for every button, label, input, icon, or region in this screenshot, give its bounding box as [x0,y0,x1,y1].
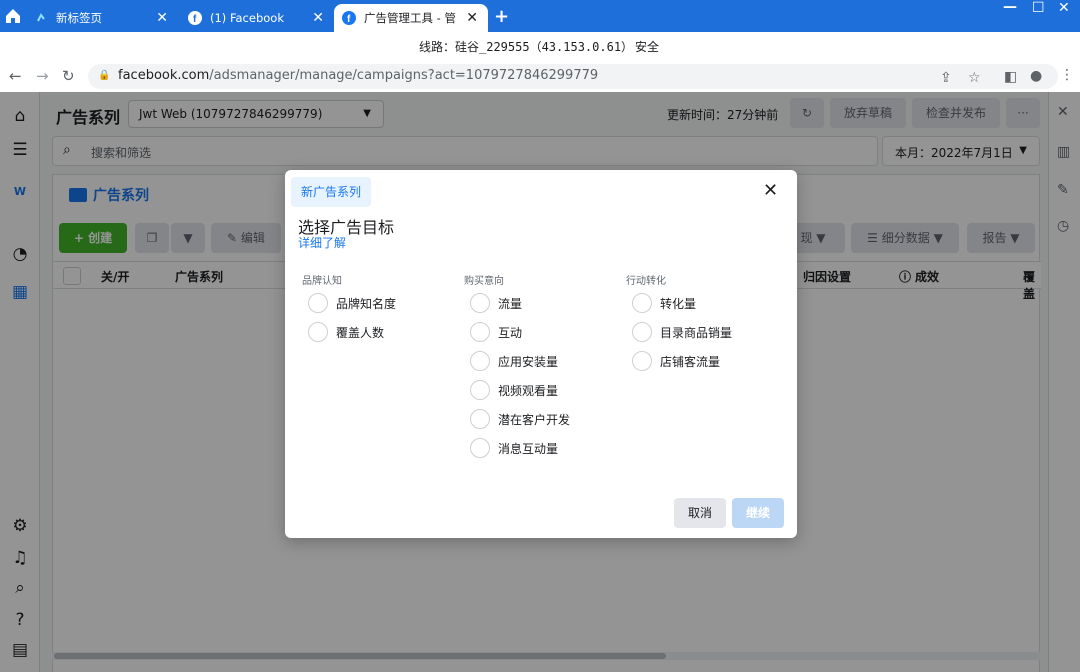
facebook-favicon-icon: f [188,11,202,25]
radio-button[interactable] [470,322,490,342]
home-icon[interactable] [4,7,22,25]
lock-icon: 🔒 [98,70,111,81]
radio-button[interactable] [632,293,652,313]
radio-button[interactable] [470,351,490,371]
proxy-line-text: 线路：硅谷_229555（43.153.0.61） [419,40,634,54]
objective-option[interactable]: 品牌知名度 [308,292,396,314]
cancel-button[interactable]: 取消 [674,498,726,528]
bookmark-star-icon[interactable]: ☆ [968,70,981,86]
forward-icon[interactable]: → [36,67,49,85]
tab-ads-manager[interactable]: f 广告管理工具 - 管 ✕ [334,4,488,32]
objective-option[interactable]: 目录商品销量 [632,321,732,343]
maximize-icon[interactable]: ☐ [1032,0,1045,20]
share-icon[interactable]: ⇪ [940,70,952,86]
radio-button[interactable] [470,293,490,313]
address-bar-row: ← → ↻ 🔒 facebook.com/adsmanager/manage/c… [0,60,1080,92]
close-tab-icon[interactable]: ✕ [312,10,324,26]
objective-option[interactable]: 应用安装量 [470,350,558,372]
learn-more-link[interactable]: 详细了解 [298,234,346,251]
ads-manager-app: ⌂ ☰ W ◔ ▦ ⚙ ♫ ⌕ ? ▤ 广告系列 Jwt Web (107972… [0,92,1080,672]
radio-button[interactable] [632,351,652,371]
objective-option[interactable]: 转化量 [632,292,696,314]
tab-new-tab[interactable]: 新标签页 ✕ [28,4,178,32]
proxy-notice-bar: 线路：硅谷_229555（43.153.0.61） 安全 [0,32,1080,60]
minimize-icon[interactable]: — [1003,0,1017,19]
radio-button[interactable] [470,380,490,400]
objective-option[interactable]: 覆盖人数 [308,321,384,343]
objective-option[interactable]: 流量 [470,292,522,314]
group-label-consideration: 购买意向 [464,276,504,287]
close-tab-icon[interactable]: ✕ [156,10,168,26]
close-tab-icon[interactable]: ✕ [466,10,478,26]
objective-option[interactable]: 互动 [470,321,522,343]
new-tab-favicon-icon [34,11,48,25]
new-campaign-tag: 新广告系列 [291,177,372,207]
url-text: facebook.com/adsmanager/manage/campaigns… [118,68,599,83]
group-label-awareness: 品牌认知 [302,276,342,287]
objective-option[interactable]: 视频观看量 [470,379,558,401]
back-icon[interactable]: ← [9,67,22,85]
radio-button[interactable] [632,322,652,342]
tab-facebook[interactable]: f (1) Facebook ✕ [182,4,334,32]
new-tab-button[interactable]: + [494,6,509,27]
group-label-conversion: 行动转化 [626,276,666,287]
browser-tab-bar: 新标签页 ✕ f (1) Facebook ✕ f 广告管理工具 - 管 ✕ +… [0,0,1080,32]
objective-option[interactable]: 店铺客流量 [632,350,720,372]
radio-button[interactable] [470,438,490,458]
window-close-icon[interactable]: ✕ [1058,0,1070,20]
continue-button[interactable]: 继续 [732,498,784,528]
url-field[interactable]: 🔒 facebook.com/adsmanager/manage/campaig… [88,64,1058,89]
safe-text: 安全 [635,40,660,54]
reload-icon[interactable]: ↻ [62,67,75,85]
objective-option[interactable]: 潜在客户开发 [470,408,570,430]
tab-label: 新标签页 [56,11,102,25]
objective-option[interactable]: 消息互动量 [470,437,558,459]
radio-button[interactable] [308,293,328,313]
choose-objective-dialog: 新广告系列 ✕ 选择广告目标 详细了解 品牌认知 购买意向 行动转化 品牌知名度… [285,170,797,538]
radio-button[interactable] [470,409,490,429]
profile-avatar-icon[interactable]: ● [1030,68,1042,84]
sidepanel-icon[interactable]: ◧ [1004,69,1017,85]
facebook-favicon-icon: f [342,11,356,25]
radio-button[interactable] [308,322,328,342]
tab-label: 广告管理工具 - 管 [364,11,456,25]
tab-label: (1) Facebook [210,11,284,25]
browser-menu-icon[interactable]: ⋮ [1060,67,1074,83]
close-icon[interactable]: ✕ [763,180,778,201]
